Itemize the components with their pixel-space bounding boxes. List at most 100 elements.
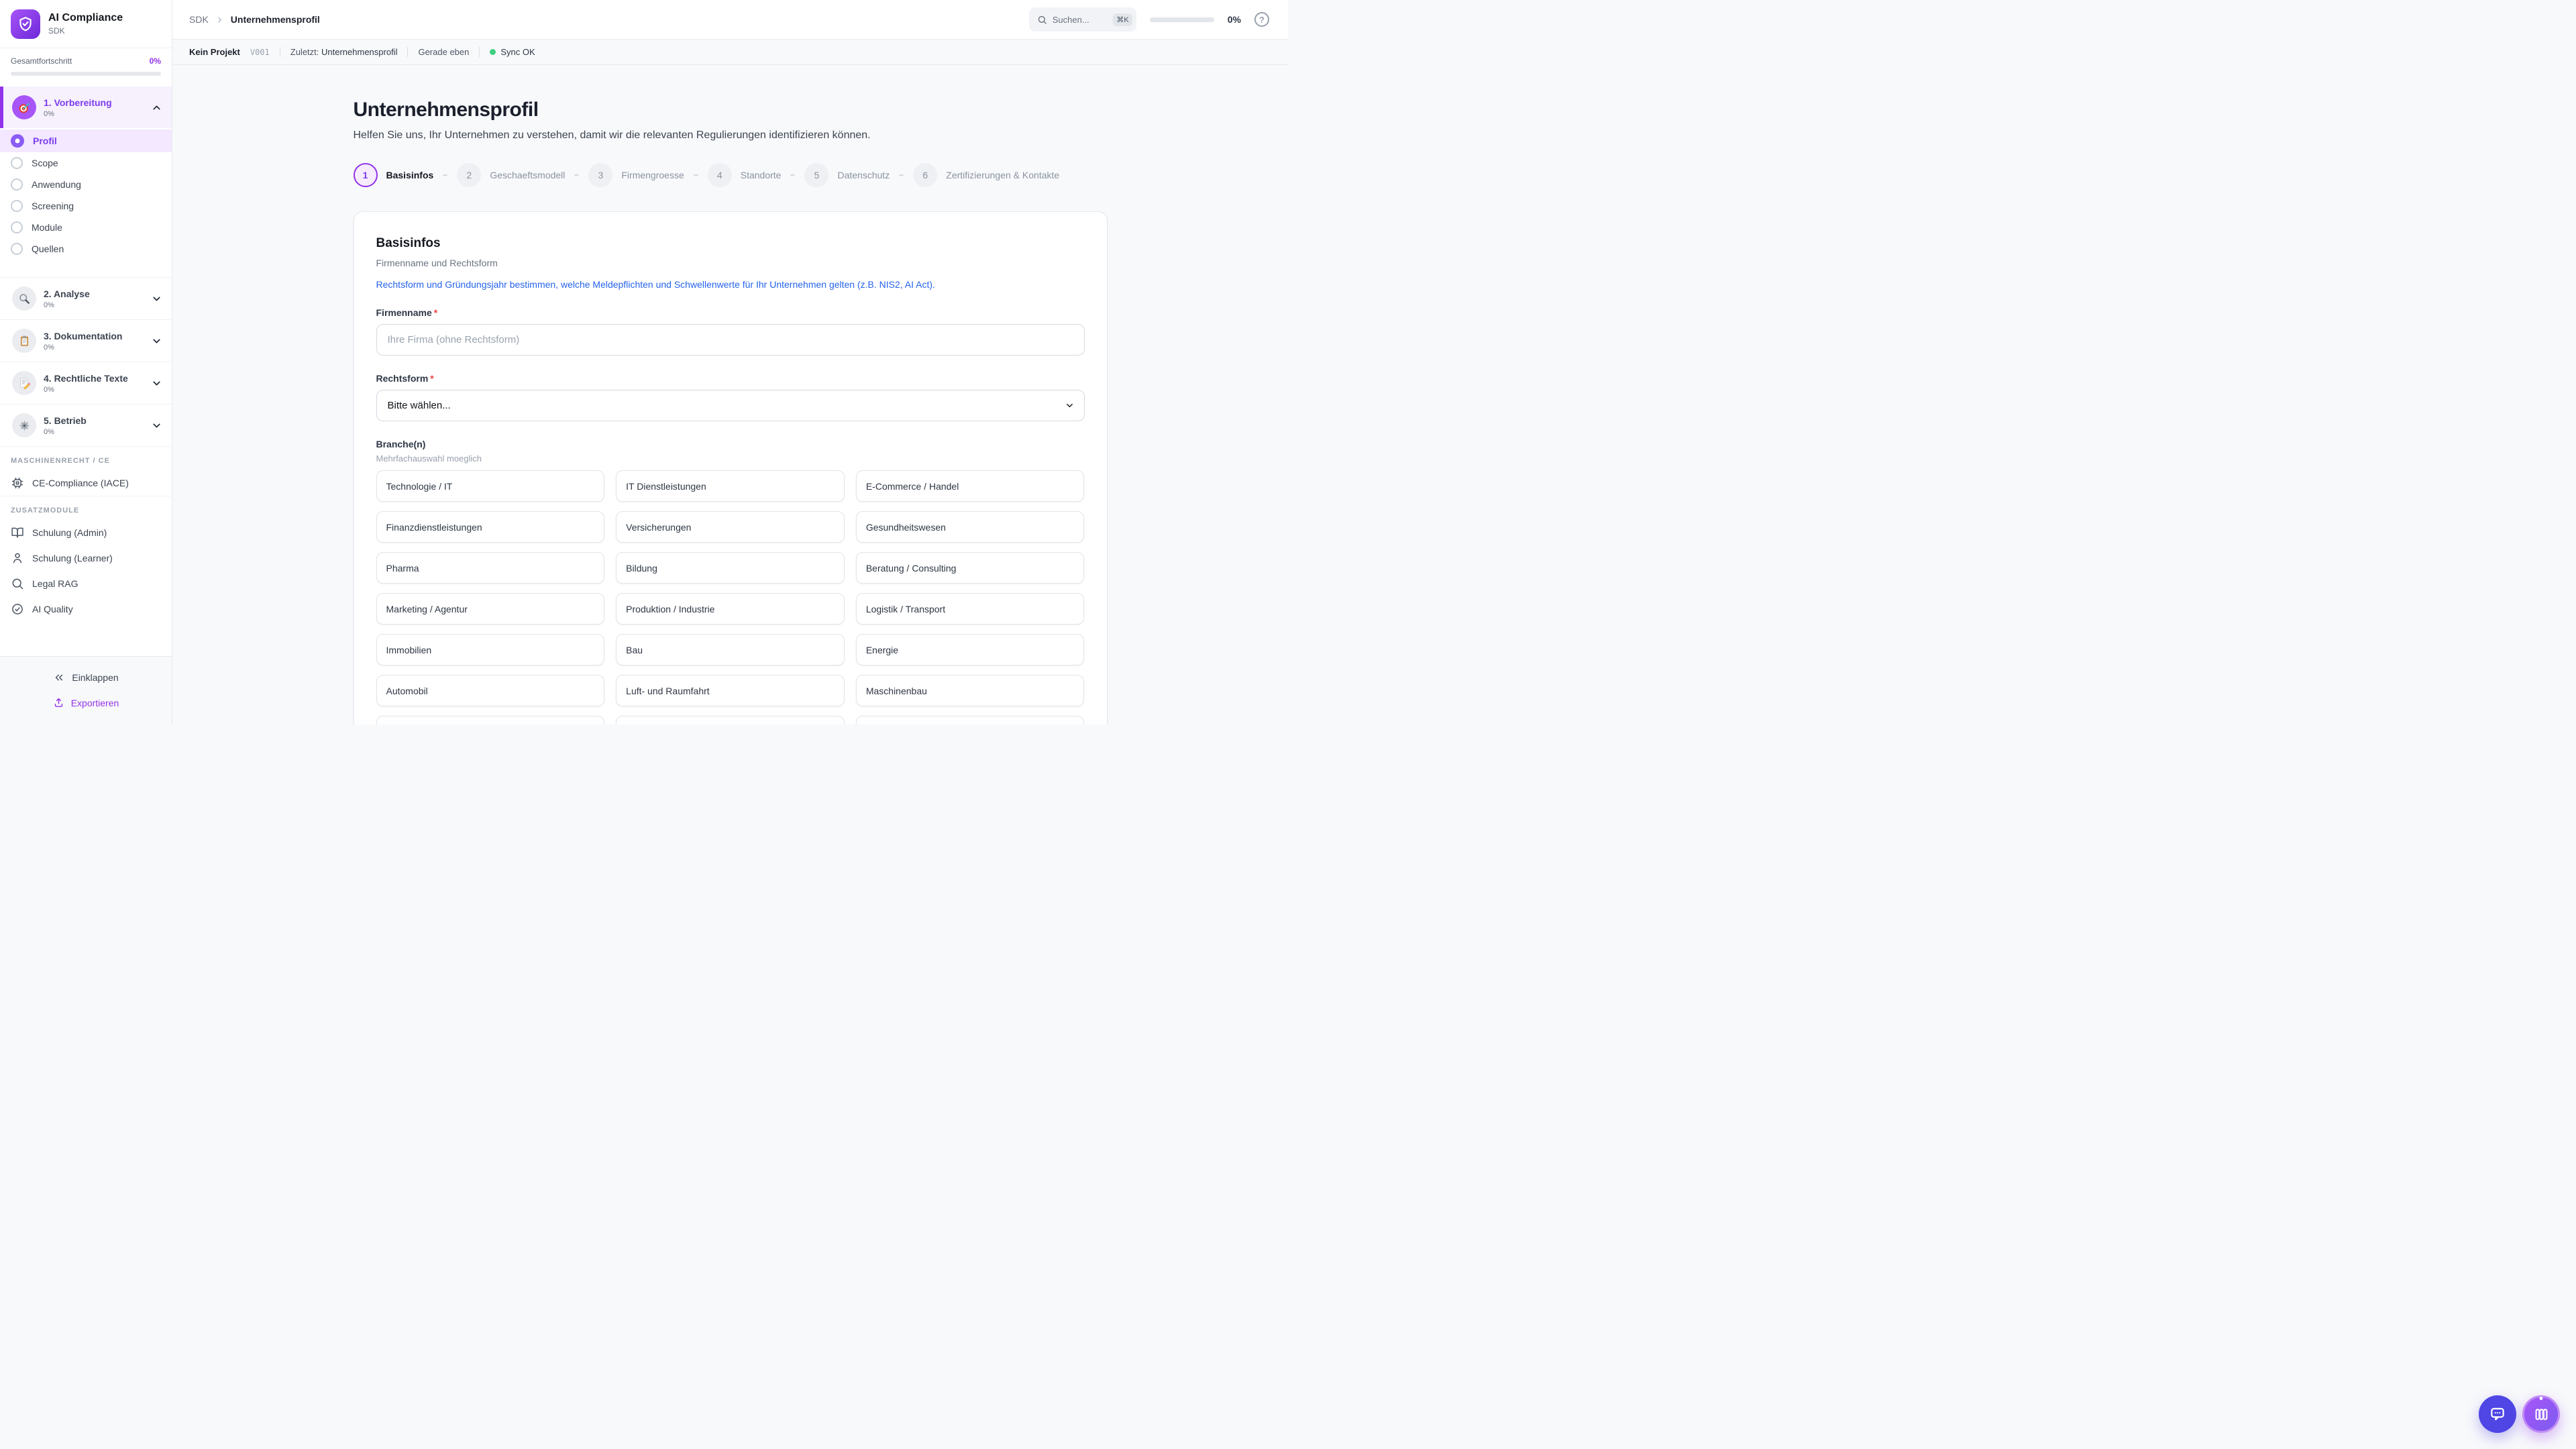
industry-grid: Technologie / IT IT Dienstleistungen E-C… [376, 470, 1085, 724]
app-name: AI Compliance [48, 12, 123, 24]
rechtsform-select[interactable]: Bitte wählen... [376, 390, 1085, 421]
sidebar-phase-2[interactable]: 2. Analyse 0% [0, 278, 172, 319]
search-input[interactable]: Suchen... ⌘K [1029, 7, 1136, 32]
page-content: Unternehmensprofil Helfen Sie uns, Ihr U… [172, 65, 1288, 724]
stepper-step-2[interactable]: 2 Geschaeftsmodell [457, 163, 565, 187]
sidebar-item-anwendung[interactable]: Anwendung [0, 174, 172, 195]
sidebar-phase-5[interactable]: 5. Betrieb 0% [0, 405, 172, 446]
sidebar-item-module[interactable]: Module [0, 217, 172, 238]
step-separator [694, 174, 698, 176]
step-separator [790, 174, 795, 176]
industry-button-partial[interactable] [616, 716, 845, 724]
card-info-text: Rechtsform und Gründungsjahr bestimmen, … [376, 279, 1085, 290]
industry-button[interactable]: Logistik / Transport [856, 593, 1085, 625]
industry-button[interactable]: IT Dienstleistungen [616, 470, 845, 502]
page-title: Unternehmensprofil [354, 99, 1108, 121]
breadcrumb-current: Unternehmensprofil [231, 14, 320, 25]
radio-icon [11, 157, 23, 169]
industry-button[interactable]: Produktion / Industrie [616, 593, 845, 625]
industry-button[interactable]: Luft- und Raumfahrt [616, 675, 845, 706]
sync-status: Sync OK [490, 47, 535, 57]
collapse-label: Einklappen [72, 672, 118, 683]
industry-button[interactable]: E-Commerce / Handel [856, 470, 1085, 502]
header-progress-bar [1150, 17, 1214, 22]
sidebar-link-schulung-admin-[interactable]: Schulung (Admin) [0, 520, 172, 545]
stepper-step-3[interactable]: 3 Firmengroesse [588, 163, 684, 187]
sidebar-phase-1[interactable]: 1. Vorbereitung 0% [0, 87, 172, 128]
overall-progress: Gesamtfortschritt 0% [0, 48, 172, 87]
radio-icon [11, 243, 23, 255]
industry-button[interactable]: Automobil [376, 675, 605, 706]
stepper-step-4[interactable]: 4 Standorte [708, 163, 782, 187]
radio-icon [11, 200, 23, 212]
rechtsform-label: Rechtsform* [376, 373, 1085, 384]
chevron-icon [151, 102, 162, 113]
version-badge: V001 [250, 48, 270, 57]
step-separator [574, 174, 579, 176]
floating-actions [2479, 1395, 2560, 1433]
sidebar-item-profil[interactable]: Profil [0, 129, 172, 152]
chevron-icon [151, 378, 162, 389]
industry-button[interactable]: Maschinenbau [856, 675, 1085, 706]
user-icon [11, 551, 24, 565]
industry-button[interactable]: Marketing / Agentur [376, 593, 605, 625]
sidebar-link-ai-quality[interactable]: AI Quality [0, 596, 172, 622]
branche-label: Branche(n) [376, 439, 1085, 449]
chevron-icon [151, 335, 162, 347]
sidebar: AI Compliance SDK Gesamtfortschritt 0% 1… [0, 0, 172, 724]
stepper-step-5[interactable]: 5 Datenschutz [804, 163, 890, 187]
chevron-down-icon [1065, 400, 1075, 411]
overall-progress-label: Gesamtfortschritt [11, 56, 72, 66]
industry-button-partial[interactable] [376, 716, 605, 724]
chat-button[interactable] [2479, 1395, 2516, 1433]
check-circle-icon [11, 602, 24, 616]
step-separator [899, 174, 904, 176]
help-button[interactable]: ? [1254, 12, 1269, 27]
magnifier-icon [12, 286, 36, 311]
chevrons-left-icon [53, 672, 65, 684]
sidebar-item-screening[interactable]: Screening [0, 195, 172, 217]
header-progress-value: 0% [1228, 14, 1241, 25]
divider [479, 47, 480, 57]
required-asterisk: * [430, 373, 433, 384]
app-subtitle: SDK [48, 26, 123, 36]
statusbar: Kein Projekt V001 Zuletzt: Unternehmensp… [172, 40, 1288, 65]
industry-button[interactable]: Finanzdienstleistungen [376, 511, 605, 543]
sidebar-nav: 1. Vorbereitung 0% Profil Scope Anwendun… [0, 87, 172, 656]
target-icon [12, 95, 36, 119]
firmenname-input[interactable] [376, 324, 1085, 356]
search-icon [1037, 15, 1047, 25]
industry-button-partial[interactable] [856, 716, 1085, 724]
collapse-sidebar-button[interactable]: Einklappen [45, 666, 126, 689]
book-open-icon [11, 526, 24, 539]
industry-button[interactable]: Immobilien [376, 634, 605, 665]
sidebar-phase-4[interactable]: 4. Rechtliche Texte 0% [0, 362, 172, 404]
sidebar-link-legal-rag[interactable]: Legal RAG [0, 571, 172, 596]
sidebar-link-ce-compliance-iace-[interactable]: CE-Compliance (IACE) [0, 470, 172, 496]
industry-button[interactable]: Energie [856, 634, 1085, 665]
industry-button[interactable]: Bildung [616, 552, 845, 584]
sidebar-phase-3[interactable]: 3. Dokumentation 0% [0, 320, 172, 362]
stepper-step-6[interactable]: 6 Zertifizierungen & Kontakte [913, 163, 1059, 187]
industry-button[interactable]: Beratung / Consulting [856, 552, 1085, 584]
industry-button[interactable]: Versicherungen [616, 511, 845, 543]
sidebar-item-quellen[interactable]: Quellen [0, 238, 172, 260]
stepper: 1 Basisinfos 2 Geschaeftsmodell 3 Firmen… [354, 163, 1108, 187]
breadcrumb-root[interactable]: SDK [189, 14, 209, 25]
export-button[interactable]: Exportieren [45, 692, 127, 714]
search-icon [11, 577, 24, 590]
stepper-step-1[interactable]: 1 Basisinfos [354, 163, 434, 187]
rechtsform-selected-value: Bitte wählen... [388, 400, 451, 411]
panels-button[interactable] [2522, 1395, 2560, 1433]
step-separator [443, 174, 447, 176]
sync-label: Sync OK [500, 47, 535, 57]
industry-button[interactable]: Pharma [376, 552, 605, 584]
breadcrumb: SDK Unternehmensprofil [189, 14, 320, 25]
industry-button[interactable]: Gesundheitswesen [856, 511, 1085, 543]
sidebar-item-scope[interactable]: Scope [0, 152, 172, 174]
sidebar-link-schulung-learner-[interactable]: Schulung (Learner) [0, 545, 172, 571]
overall-progress-value: 0% [150, 56, 161, 66]
chevron-icon [151, 293, 162, 305]
industry-button[interactable]: Technologie / IT [376, 470, 605, 502]
industry-button[interactable]: Bau [616, 634, 845, 665]
